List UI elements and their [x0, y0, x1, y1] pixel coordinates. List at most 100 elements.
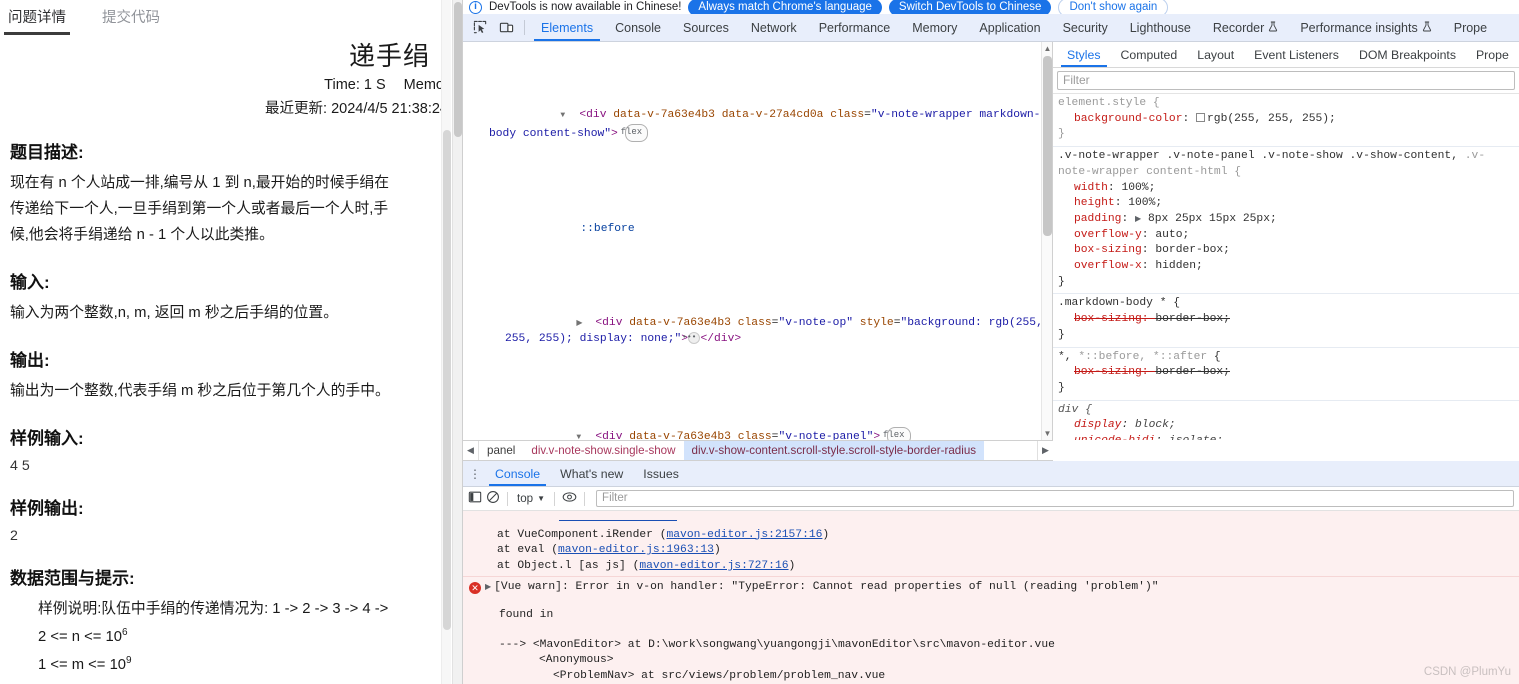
dom-tree-pane[interactable]: ▼ <div data-v-7a63e4b3 data-v-27a4cd0a cl…	[463, 42, 1053, 440]
dom-tree-scrollbar-thumb[interactable]	[1043, 56, 1052, 236]
flex-badge[interactable]: flex	[883, 427, 911, 440]
css-declaration-padding[interactable]: padding: ▶ 8px 25px 15px 25px;	[1058, 212, 1519, 228]
devtools-tab-recorder[interactable]: Recorder	[1202, 14, 1289, 41]
css-declaration-width[interactable]: width: 100%;	[1058, 181, 1519, 197]
css-rule-universal[interactable]: *, *::before, *::after { box-sizing: bor…	[1053, 348, 1519, 401]
devtools-tab-network[interactable]: Network	[740, 14, 808, 41]
css-selector[interactable]: div	[1058, 404, 1078, 416]
dom-node-before-pseudo[interactable]: ::before	[463, 206, 1052, 253]
drawer-tab-whats-new-label: What's new	[560, 466, 624, 481]
styles-tab-properties[interactable]: Prope	[1466, 42, 1519, 67]
source-link[interactable]: mavon-editor.js:727:16	[639, 560, 788, 572]
styles-tab-dom-breakpoints[interactable]: DOM Breakpoints	[1349, 42, 1466, 67]
css-selector-inactive[interactable]: *::before, *::after	[1078, 351, 1207, 363]
source-link[interactable]: mavon-editor.js:2157:16	[666, 529, 822, 541]
tab-submit-code[interactable]: 提交代码	[98, 4, 164, 35]
styles-tab-layout[interactable]: Layout	[1187, 42, 1244, 67]
scroll-up-arrow-icon[interactable]: ▲	[1043, 44, 1052, 53]
expand-triangle-icon[interactable]: ▶	[576, 316, 595, 332]
css-rules-list[interactable]: element.style { background-color: rgb(25…	[1053, 94, 1519, 440]
devtools-tab-console-label: Console	[615, 20, 661, 35]
styles-tab-styles[interactable]: Styles	[1057, 42, 1111, 67]
expand-triangle-icon[interactable]: ▼	[576, 430, 595, 440]
css-selector[interactable]: element.style	[1058, 97, 1146, 109]
css-declaration-box-sizing-overridden[interactable]: box-sizing: border-box;	[1058, 365, 1519, 381]
devtools-tab-lighthouse[interactable]: Lighthouse	[1119, 14, 1202, 41]
console-filter-input[interactable]: Filter	[596, 490, 1514, 507]
dom-node-v-note-wrapper[interactable]: ▼ <div data-v-7a63e4b3 data-v-27a4cd0a cl…	[463, 92, 1052, 158]
devtools-tab-elements-label: Elements	[541, 20, 594, 35]
page-scrollbar-outer-thumb[interactable]	[454, 2, 462, 137]
css-rule-markdown-body-all[interactable]: .markdown-body * { box-sizing: border-bo…	[1053, 294, 1519, 348]
drawer-more-options-icon[interactable]: ⋮	[465, 461, 485, 486]
css-declaration-display[interactable]: display: block;	[1058, 418, 1519, 434]
css-declaration-box-sizing-overridden[interactable]: box-sizing: border-box;	[1058, 312, 1519, 328]
css-declaration-unicode-bidi[interactable]: unicode-bidi: isolate;	[1058, 434, 1519, 440]
css-selector[interactable]: *	[1058, 351, 1065, 363]
page-scrollbar-inner[interactable]	[441, 0, 451, 684]
error-trace-line-2: <Anonymous>	[539, 654, 614, 667]
dom-node-v-note-op[interactable]: ▶ <div data-v-7a63e4b3 class="v-note-op" …	[463, 301, 1052, 364]
breadcrumb-scroll-left-icon[interactable]: ◀	[463, 441, 479, 460]
expand-shorthand-icon[interactable]: ▶	[1135, 215, 1141, 224]
dom-node-v-note-panel[interactable]: ▼ <div data-v-7a63e4b3 class="v-note-pane…	[463, 411, 1052, 440]
live-expression-icon[interactable]	[562, 490, 577, 507]
breadcrumb-item-v-show-content[interactable]: div.v-show-content.scroll-style.scroll-s…	[683, 441, 985, 460]
css-declaration-box-sizing[interactable]: box-sizing: border-box;	[1058, 243, 1519, 259]
css-declaration-overflow-y[interactable]: overflow-y: auto;	[1058, 228, 1519, 244]
breadcrumb-item-v-note-show[interactable]: div.v-note-show.single-show	[523, 441, 683, 460]
styles-pane[interactable]: Styles Computed Layout Event Listeners D…	[1053, 42, 1519, 440]
console-messages[interactable]: at VueComponent.iRender (mavon-editor.js…	[463, 511, 1519, 684]
css-rule-user-agent-div[interactable]: div { display: block; unicode-bidi: isol…	[1053, 401, 1519, 440]
css-declaration-overflow-x[interactable]: overflow-x: hidden;	[1058, 259, 1519, 275]
devtools-tab-memory[interactable]: Memory	[901, 14, 968, 41]
collapsed-children-icon[interactable]: •••	[682, 332, 701, 345]
console-message-stack[interactable]: at VueComponent.iRender (mavon-editor.js…	[463, 511, 1519, 578]
color-swatch-icon[interactable]	[1196, 112, 1206, 122]
flex-badge[interactable]: flex	[621, 123, 649, 142]
page-scrollbar-inner-thumb[interactable]	[443, 130, 451, 630]
dom-tree-scrollbar[interactable]: ▲ ▼	[1041, 42, 1052, 440]
css-declaration-background-color[interactable]: background-color: rgb(255, 255, 255);	[1058, 112, 1519, 128]
source-link[interactable]: mavon-editor.js:1963:13	[558, 544, 714, 556]
console-message-error[interactable]: ✕ ▶ [Vue warn]: Error in v-on handler: "T…	[463, 577, 1519, 684]
banner-dont-show-again-button[interactable]: Don't show again	[1058, 0, 1169, 14]
css-selector[interactable]: .v-note-wrapper .v-note-panel .v-note-sh…	[1058, 150, 1458, 162]
styles-tab-event-listeners[interactable]: Event Listeners	[1244, 42, 1349, 67]
devtools-tab-performance-insights[interactable]: Performance insights	[1289, 14, 1442, 41]
banner-match-language-button[interactable]: Always match Chrome's language	[688, 0, 882, 14]
inspect-element-icon[interactable]	[467, 14, 493, 41]
console-context-selector[interactable]: top ▼	[515, 492, 547, 505]
page-scrollbar-outer[interactable]	[452, 0, 462, 684]
breadcrumb-item-panel[interactable]: panel	[479, 441, 523, 460]
console-sidebar-icon[interactable]	[468, 490, 482, 507]
devtools-tab-application[interactable]: Application	[968, 14, 1051, 41]
css-rule-v-show-content[interactable]: .v-note-wrapper .v-note-panel .v-note-sh…	[1053, 147, 1519, 295]
expand-triangle-icon[interactable]: ▶	[485, 583, 491, 592]
dom-tree[interactable]: ▼ <div data-v-7a63e4b3 data-v-27a4cd0a cl…	[463, 42, 1052, 440]
error-message-text[interactable]: ▶ [Vue warn]: Error in v-on handler: "Typ…	[485, 580, 1519, 596]
devtools-tab-elements[interactable]: Elements	[530, 14, 604, 41]
clear-console-icon[interactable]	[486, 490, 500, 507]
drawer-tab-console[interactable]: Console	[485, 461, 550, 486]
drawer-tab-issues[interactable]: Issues	[633, 461, 689, 486]
devtools-tab-security[interactable]: Security	[1052, 14, 1119, 41]
devtools-tab-sources[interactable]: Sources	[672, 14, 740, 41]
drawer-tab-whats-new[interactable]: What's new	[550, 461, 633, 486]
banner-switch-chinese-button[interactable]: Switch DevTools to Chinese	[888, 0, 1052, 14]
tab-problem-detail[interactable]: 问题详情	[4, 4, 70, 35]
css-declaration-height[interactable]: height: 100%;	[1058, 196, 1519, 212]
expand-triangle-icon[interactable]: ▼	[560, 108, 579, 124]
device-toolbar-icon[interactable]	[493, 14, 519, 41]
scroll-down-arrow-icon[interactable]: ▼	[1043, 429, 1052, 438]
styles-filter-input[interactable]: Filter	[1057, 71, 1515, 90]
devtools-tab-properties[interactable]: Prope	[1443, 14, 1498, 41]
devtools-tab-console[interactable]: Console	[604, 14, 672, 41]
error-icon: ✕	[469, 582, 481, 595]
description-line-2: 传递给下一个人,一旦手绢到第一个人或者最后一个人时,手	[10, 200, 389, 217]
styles-tab-computed[interactable]: Computed	[1111, 42, 1188, 67]
css-selector[interactable]: .markdown-body *	[1058, 297, 1166, 309]
devtools-tab-performance[interactable]: Performance	[808, 14, 902, 41]
breadcrumb-scroll-right-icon[interactable]: ▶	[1037, 441, 1053, 460]
css-rule-element-style[interactable]: element.style { background-color: rgb(25…	[1053, 94, 1519, 148]
